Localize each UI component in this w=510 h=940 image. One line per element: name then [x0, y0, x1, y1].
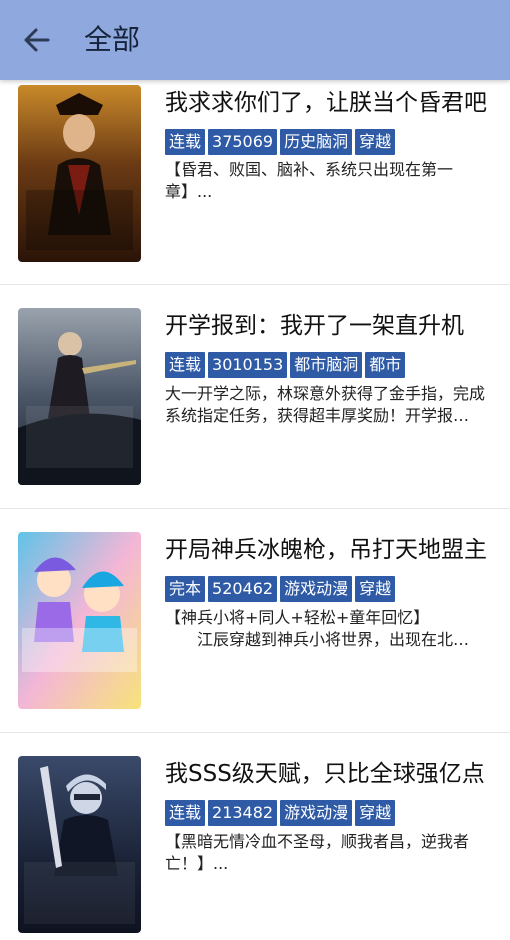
status-tag: 连载 — [165, 129, 206, 155]
status-tag: 完本 — [165, 576, 206, 602]
book-title[interactable]: 我求求你们了，让朕当个昏君吧 — [165, 85, 495, 121]
tag-row: 连载 3010153 都市脑洞 都市 — [165, 352, 406, 378]
book-item[interactable]: 我SSS级天赋，只比全球强亿点 连载 213482 游戏动漫 穿越 【黑暗无情冷… — [0, 733, 510, 940]
arrow-left-icon — [24, 28, 50, 52]
book-item[interactable]: 开学报到：我开了一架直升机 连载 3010153 都市脑洞 都市 大一开学之际，… — [0, 285, 510, 509]
book-cover[interactable] — [18, 532, 141, 709]
book-title[interactable]: 开学报到：我开了一架直升机 — [165, 308, 495, 344]
word-count-tag: 213482 — [208, 800, 278, 826]
status-tag: 连载 — [165, 352, 206, 378]
category-tag: 游戏动漫 — [280, 800, 353, 826]
book-cover[interactable] — [18, 85, 141, 262]
book-item[interactable]: 开局神兵冰魄枪，吊打天地盟主 完本 520462 游戏动漫 穿越 【神兵小将+同… — [0, 509, 510, 733]
book-title[interactable]: 我SSS级天赋，只比全球强亿点 — [165, 756, 495, 792]
category-tag: 穿越 — [355, 129, 396, 155]
category-tag: 穿越 — [355, 576, 396, 602]
category-tag: 游戏动漫 — [280, 576, 353, 602]
book-title[interactable]: 开局神兵冰魄枪，吊打天地盟主 — [165, 532, 495, 568]
book-description: 【神兵小将+同人+轻松+童年回忆】 江辰穿越到神兵小将世界，出现在北冥…… — [165, 608, 454, 649]
book-cover[interactable] — [18, 308, 141, 485]
book-description: 【黑暗无情冷血不圣母，顺我者昌，逆我者亡！】... — [165, 832, 470, 873]
category-tag: 历史脑洞 — [280, 129, 353, 155]
category-tag: 穿越 — [355, 800, 396, 826]
back-button[interactable] — [18, 20, 58, 60]
page-title: 全部 — [84, 23, 141, 56]
book-item[interactable]: 我求求你们了，让朕当个昏君吧 连载 375069 历史脑洞 穿越 【昏君、败国、… — [0, 61, 510, 285]
word-count-tag: 375069 — [208, 129, 278, 155]
word-count-tag: 3010153 — [208, 352, 288, 378]
tag-row: 完本 520462 游戏动漫 穿越 — [165, 576, 396, 602]
book-description: 【昏君、败国、脑补、系统只出现在第一章】... — [165, 160, 454, 201]
category-tag: 都市脑洞 — [290, 352, 363, 378]
status-tag: 连载 — [165, 800, 206, 826]
tag-row: 连载 375069 历史脑洞 穿越 — [165, 129, 396, 155]
app-bar: 全部 — [0, 0, 510, 80]
word-count-tag: 520462 — [208, 576, 278, 602]
book-cover[interactable] — [18, 756, 141, 933]
tag-row: 连载 213482 游戏动漫 穿越 — [165, 800, 396, 826]
book-description: 大一开学之际，林琛意外获得了金手指，完成系统指定任务，获得超丰厚奖励！开学报到…… — [165, 384, 486, 425]
category-tag: 都市 — [365, 352, 406, 378]
